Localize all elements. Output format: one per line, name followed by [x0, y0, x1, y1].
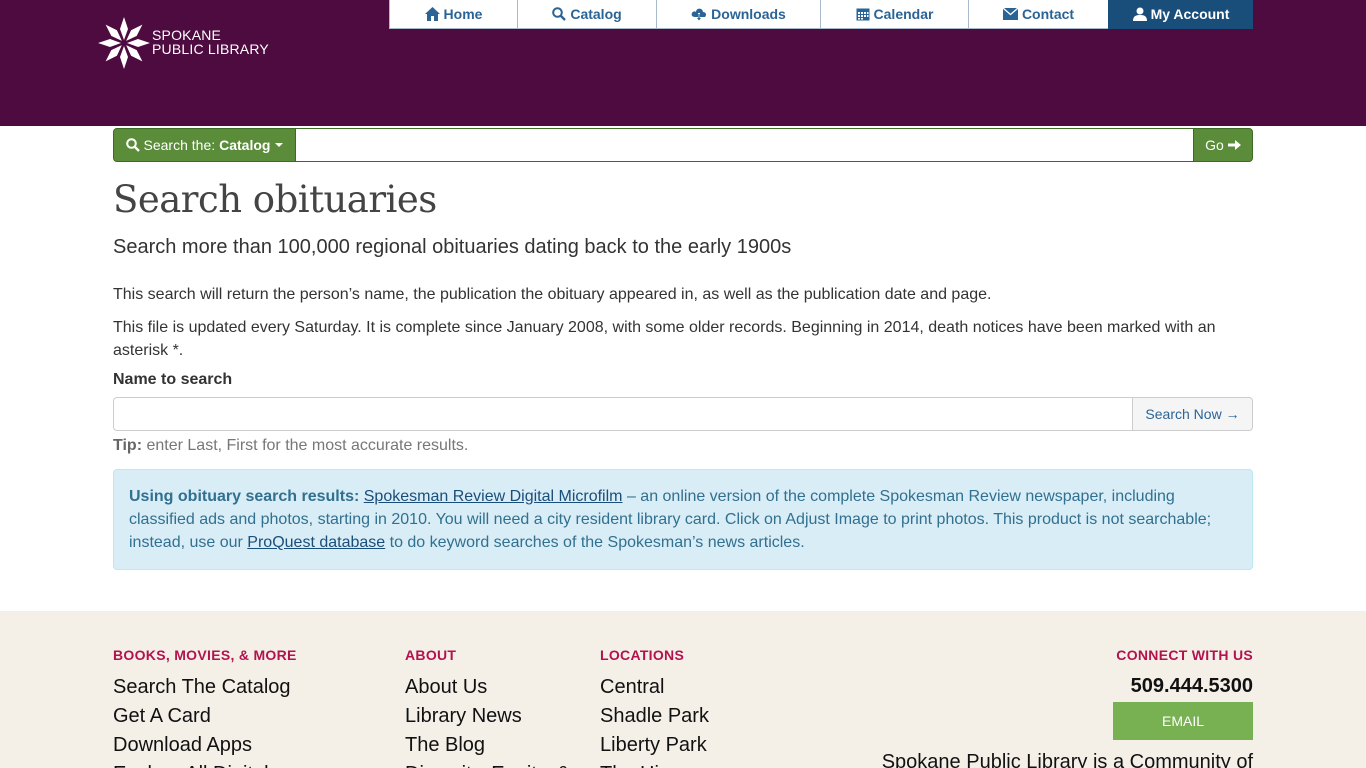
- search-icon: [125, 138, 140, 152]
- community-statement: Spokane Public Library is a Community of: [881, 751, 1253, 768]
- nav-catalog[interactable]: Catalog: [517, 0, 656, 29]
- search-scope-dropdown[interactable]: Search the: Catalog: [113, 128, 296, 162]
- tip-text: enter Last, First for the most accurate …: [142, 437, 469, 454]
- search-now-button[interactable]: Search Now →: [1133, 397, 1253, 431]
- logo-line-1: SPOKANE: [152, 27, 222, 43]
- footer-col-locations: LOCATIONS Central Shadle Park Liberty Pa…: [600, 647, 709, 768]
- search-icon: [552, 7, 567, 21]
- page-title: Search obituaries: [113, 178, 437, 221]
- home-icon: [424, 7, 440, 21]
- footer-link-shadle-park[interactable]: Shadle Park: [600, 702, 709, 731]
- go-button[interactable]: Go: [1193, 128, 1253, 162]
- logo-line-2: PUBLIC LIBRARY: [152, 41, 269, 57]
- footer-link-diversity[interactable]: Diversity, Equity, &: [405, 760, 570, 768]
- footer-link-download-apps[interactable]: Download Apps: [113, 731, 297, 760]
- nav-home-label: Home: [443, 6, 483, 22]
- footer-link-central[interactable]: Central: [600, 673, 709, 702]
- info-box-text-2: to do keyword searches of the Spokesman’…: [385, 534, 805, 551]
- footer-link-search-catalog[interactable]: Search The Catalog: [113, 673, 297, 702]
- site-footer: BOOKS, MOVIES, & MORE Search The Catalog…: [0, 611, 1366, 768]
- caret-down-icon: [275, 143, 284, 147]
- nav-contact-label: Contact: [1021, 6, 1075, 22]
- footer-col-books: BOOKS, MOVIES, & MORE Search The Catalog…: [113, 647, 297, 768]
- nav-calendar[interactable]: Calendar: [820, 0, 968, 29]
- catalog-search-bar: Search the: Catalog Go: [113, 128, 1253, 162]
- catalog-search-input[interactable]: [296, 128, 1193, 162]
- footer-link-get-card[interactable]: Get A Card: [113, 702, 297, 731]
- arrow-right-icon: [1227, 139, 1241, 151]
- footer-col-about: ABOUT About Us Library News The Blog Div…: [405, 647, 570, 768]
- library-logo[interactable]: SPOKANE PUBLIC LIBRARY: [97, 16, 277, 70]
- nav-my-account-label: My Account: [1150, 6, 1230, 22]
- info-box-lead: Using obituary search results:: [129, 488, 360, 505]
- star-logo-icon: [98, 17, 150, 69]
- site-header: SPOKANE PUBLIC LIBRARY Home Catalog Down…: [0, 0, 1366, 126]
- description-paragraph-1: This search will return the person’s nam…: [113, 286, 992, 303]
- user-icon: [1132, 7, 1147, 21]
- nav-catalog-label: Catalog: [570, 6, 622, 22]
- go-button-label: Go: [1205, 137, 1224, 153]
- calendar-icon: [856, 7, 870, 21]
- footer-link-explore-digital[interactable]: Explore All Digital: [113, 760, 297, 768]
- footer-col-connect: CONNECT WITH US 509.444.5300 EMAIL Spoka…: [873, 647, 1253, 768]
- name-to-search-label: Name to search: [113, 371, 233, 388]
- nav-downloads-label: Downloads: [711, 6, 786, 22]
- cloud-download-icon: [691, 7, 707, 21]
- info-box: Using obituary search results: Spokesman…: [113, 469, 1253, 570]
- footer-heading-books: BOOKS, MOVIES, & MORE: [113, 647, 297, 663]
- footer-link-blog[interactable]: The Blog: [405, 731, 570, 760]
- footer-link-liberty-park[interactable]: Liberty Park: [600, 731, 709, 760]
- phone-number[interactable]: 509.444.5300: [873, 675, 1253, 698]
- name-search-input[interactable]: [113, 397, 1133, 431]
- footer-heading-about: ABOUT: [405, 647, 457, 663]
- footer-link-about-us[interactable]: About Us: [405, 673, 570, 702]
- footer-link-the-hive[interactable]: The Hive: [600, 760, 709, 768]
- top-navigation: Home Catalog Downloads Calendar Contact: [389, 0, 1253, 29]
- nav-calendar-label: Calendar: [873, 6, 934, 22]
- page-subtitle: Search more than 100,000 regional obitua…: [113, 236, 792, 258]
- envelope-icon: [1002, 8, 1018, 20]
- tip-label: Tip:: [113, 437, 143, 454]
- search-scope-prefix: Search the:: [143, 137, 216, 153]
- email-button[interactable]: EMAIL: [1113, 702, 1253, 740]
- footer-heading-connect: CONNECT WITH US: [1116, 647, 1253, 663]
- nav-home[interactable]: Home: [389, 0, 517, 29]
- search-tip: Tip: enter Last, First for the most accu…: [113, 437, 468, 455]
- nav-my-account[interactable]: My Account: [1108, 0, 1253, 29]
- description-paragraph-2: This file is updated every Saturday. It …: [113, 319, 1216, 359]
- microfilm-link[interactable]: Spokesman Review Digital Microfilm: [364, 488, 623, 505]
- logo-text: SPOKANE PUBLIC LIBRARY: [152, 28, 269, 56]
- nav-contact[interactable]: Contact: [968, 0, 1108, 29]
- footer-link-library-news[interactable]: Library News: [405, 702, 570, 731]
- search-scope-value: Catalog: [219, 137, 271, 153]
- nav-downloads[interactable]: Downloads: [656, 0, 820, 29]
- footer-heading-locations: LOCATIONS: [600, 647, 685, 663]
- proquest-link[interactable]: ProQuest database: [247, 534, 385, 551]
- name-search-group: Search Now →: [113, 397, 1253, 431]
